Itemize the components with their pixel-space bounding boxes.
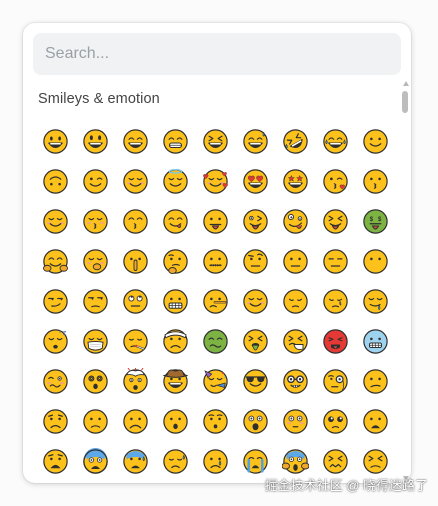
- money-mouth-face-emoji-icon[interactable]: $ $: [355, 201, 395, 241]
- flushed-face-emoji-icon[interactable]: [275, 401, 315, 441]
- confused-face-emoji-icon[interactable]: [355, 361, 395, 401]
- sneezing-face-emoji-icon[interactable]: [275, 321, 315, 361]
- frowning-face-emoji-icon[interactable]: [115, 401, 155, 441]
- smiling-face-smiling-eyes-emoji-icon[interactable]: [115, 161, 155, 201]
- sleeping-face-emoji-icon[interactable]: Zz: [35, 321, 75, 361]
- neutral-face-emoji-icon[interactable]: [275, 241, 315, 281]
- shushing-face-emoji-icon[interactable]: [115, 241, 155, 281]
- emoji-picker-canvas: Smileys & emotion $$ Zz 掘金技术社区 @ 晓得迷路了: [0, 0, 438, 506]
- upside-down-face-emoji-icon[interactable]: [35, 161, 75, 201]
- smiling-face-emoji-icon[interactable]: [35, 201, 75, 241]
- relieved-face-emoji-icon[interactable]: [235, 281, 275, 321]
- hot-face-emoji-icon[interactable]: [315, 321, 355, 361]
- worried-face-emoji-icon[interactable]: [35, 401, 75, 441]
- face-blowing-kiss-emoji-icon[interactable]: [315, 161, 355, 201]
- face-raised-eyebrow-emoji-icon[interactable]: [235, 241, 275, 281]
- category-title: Smileys & emotion: [38, 91, 160, 107]
- hugging-face-emoji-icon[interactable]: [35, 241, 75, 281]
- crying-face-emoji-icon[interactable]: [195, 441, 235, 481]
- face-spiral-eyes-emoji-icon[interactable]: [75, 361, 115, 401]
- expressionless-face-emoji-icon[interactable]: [315, 241, 355, 281]
- zany-face-emoji-icon[interactable]: [275, 201, 315, 241]
- face-without-mouth-emoji-icon[interactable]: [355, 241, 395, 281]
- woozy-face-emoji-icon[interactable]: [35, 361, 75, 401]
- face-thermometer-emoji-icon[interactable]: [115, 321, 155, 361]
- face-rolling-eyes-emoji-icon[interactable]: [115, 281, 155, 321]
- thinking-face-emoji-icon[interactable]: [155, 241, 195, 281]
- face-monocle-emoji-icon[interactable]: [315, 361, 355, 401]
- anxious-face-sweat-emoji-icon[interactable]: [115, 441, 155, 481]
- smiling-face-halo-emoji-icon[interactable]: [155, 161, 195, 201]
- sad-relieved-face-emoji-icon[interactable]: [155, 441, 195, 481]
- scrollbar[interactable]: [401, 79, 411, 483]
- heart-eyes-emoji-icon[interactable]: [235, 161, 275, 201]
- astonished-face-emoji-icon[interactable]: [235, 401, 275, 441]
- rolling-on-floor-laughing-emoji-icon[interactable]: [275, 121, 315, 161]
- watermark: 掘金技术社区 @ 晓得迷路了: [264, 478, 428, 493]
- grinning-face-emoji-icon[interactable]: [35, 121, 75, 161]
- emoji-picker-panel: Smileys & emotion $$ Zz: [23, 23, 411, 483]
- face-savoring-food-emoji-icon[interactable]: [155, 201, 195, 241]
- smiling-face-sunglasses-emoji-icon[interactable]: [235, 361, 275, 401]
- grimacing-face-emoji-icon[interactable]: [155, 281, 195, 321]
- slightly-smiling-face-emoji-icon[interactable]: [355, 121, 395, 161]
- star-struck-emoji-icon[interactable]: [275, 161, 315, 201]
- cold-face-emoji-icon[interactable]: [355, 321, 395, 361]
- hushed-face-emoji-icon[interactable]: [195, 401, 235, 441]
- partying-face-emoji-icon[interactable]: [195, 361, 235, 401]
- grinning-face-sweat-emoji-icon[interactable]: [235, 121, 275, 161]
- face-medical-mask-emoji-icon[interactable]: [75, 321, 115, 361]
- face-with-tongue-emoji-icon[interactable]: [195, 201, 235, 241]
- kissing-face-emoji-icon[interactable]: [355, 161, 395, 201]
- pleading-face-emoji-icon[interactable]: [315, 401, 355, 441]
- grinning-face-smiling-eyes-emoji-icon[interactable]: [115, 121, 155, 161]
- drooling-face-emoji-icon[interactable]: [355, 281, 395, 321]
- nerd-face-emoji-icon[interactable]: [275, 361, 315, 401]
- zipper-mouth-face-emoji-icon[interactable]: [195, 241, 235, 281]
- lying-face-emoji-icon[interactable]: [195, 281, 235, 321]
- face-head-bandage-emoji-icon[interactable]: [155, 321, 195, 361]
- squinting-face-tongue-emoji-icon[interactable]: [315, 201, 355, 241]
- exploding-head-emoji-icon[interactable]: [115, 361, 155, 401]
- smiling-face-hearts-emoji-icon[interactable]: [195, 161, 235, 201]
- smirking-face-emoji-icon[interactable]: [35, 281, 75, 321]
- scroll-up-arrow-icon[interactable]: [403, 81, 409, 86]
- face-vomiting-emoji-icon[interactable]: [235, 321, 275, 361]
- beaming-face-emoji-icon[interactable]: [155, 121, 195, 161]
- slightly-frowning-face-emoji-icon[interactable]: [75, 401, 115, 441]
- grinning-squinting-face-emoji-icon[interactable]: [195, 121, 235, 161]
- kissing-face-smiling-eyes-emoji-icon[interactable]: [115, 201, 155, 241]
- pensive-face-emoji-icon[interactable]: [275, 281, 315, 321]
- face-open-mouth-emoji-icon[interactable]: [155, 401, 195, 441]
- cowboy-hat-face-emoji-icon[interactable]: [155, 361, 195, 401]
- anguished-face-emoji-icon[interactable]: [35, 441, 75, 481]
- scrollbar-thumb[interactable]: [402, 91, 408, 113]
- emoji-grid: $ $ Zz: [35, 121, 395, 481]
- frowning-face-open-mouth-emoji-icon[interactable]: [355, 401, 395, 441]
- winking-face-tongue-emoji-icon[interactable]: [235, 201, 275, 241]
- kissing-face-closed-eyes-emoji-icon[interactable]: [75, 201, 115, 241]
- face-tears-of-joy-emoji-icon[interactable]: [315, 121, 355, 161]
- face-hand-over-mouth-emoji-icon[interactable]: [75, 241, 115, 281]
- fearful-face-emoji-icon[interactable]: [75, 441, 115, 481]
- svg-text:Z: Z: [63, 330, 67, 336]
- unamused-face-emoji-icon[interactable]: [75, 281, 115, 321]
- nauseated-face-emoji-icon[interactable]: [195, 321, 235, 361]
- svg-text:z: z: [59, 329, 61, 333]
- grinning-face-big-eyes-emoji-icon[interactable]: [75, 121, 115, 161]
- search-input[interactable]: [33, 33, 401, 75]
- winking-face-emoji-icon[interactable]: [75, 161, 115, 201]
- sleepy-face-emoji-icon[interactable]: [315, 281, 355, 321]
